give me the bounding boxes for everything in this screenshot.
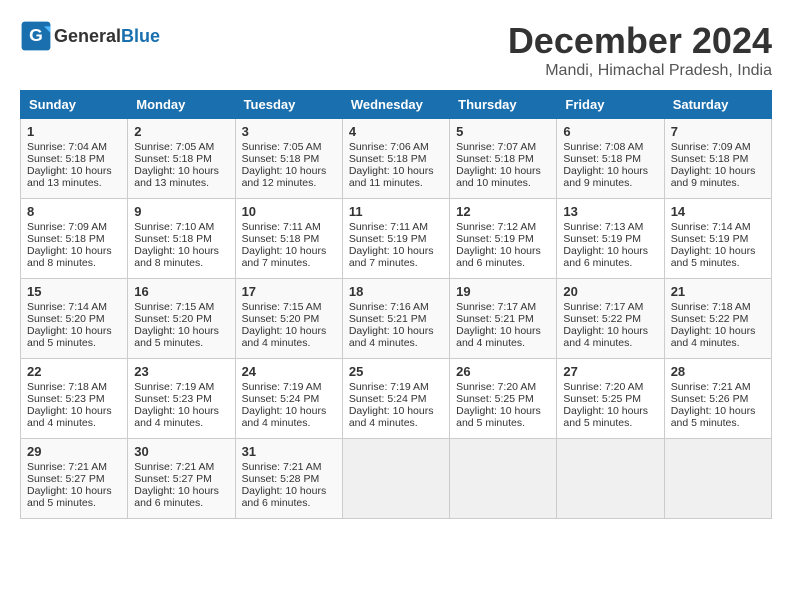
calendar-title: December 2024 xyxy=(508,20,772,62)
table-row: 12Sunrise: 7:12 AMSunset: 5:19 PMDayligh… xyxy=(450,199,557,279)
table-row: 8Sunrise: 7:09 AMSunset: 5:18 PMDaylight… xyxy=(21,199,128,279)
table-row: 9Sunrise: 7:10 AMSunset: 5:18 PMDaylight… xyxy=(128,199,235,279)
table-row xyxy=(664,439,771,519)
svg-text:G: G xyxy=(29,25,43,45)
calendar-subtitle: Mandi, Himachal Pradesh, India xyxy=(508,62,772,80)
table-row: 6Sunrise: 7:08 AMSunset: 5:18 PMDaylight… xyxy=(557,119,664,199)
table-row: 4Sunrise: 7:06 AMSunset: 5:18 PMDaylight… xyxy=(342,119,449,199)
col-monday: Monday xyxy=(128,91,235,119)
table-row xyxy=(342,439,449,519)
table-row: 19Sunrise: 7:17 AMSunset: 5:21 PMDayligh… xyxy=(450,279,557,359)
col-wednesday: Wednesday xyxy=(342,91,449,119)
calendar-header-row: Sunday Monday Tuesday Wednesday Thursday… xyxy=(21,91,772,119)
table-row: 1Sunrise: 7:04 AMSunset: 5:18 PMDaylight… xyxy=(21,119,128,199)
logo-text-general: General xyxy=(54,26,121,46)
col-thursday: Thursday xyxy=(450,91,557,119)
table-row: 13Sunrise: 7:13 AMSunset: 5:19 PMDayligh… xyxy=(557,199,664,279)
col-tuesday: Tuesday xyxy=(235,91,342,119)
table-row: 21Sunrise: 7:18 AMSunset: 5:22 PMDayligh… xyxy=(664,279,771,359)
table-row: 31Sunrise: 7:21 AMSunset: 5:28 PMDayligh… xyxy=(235,439,342,519)
table-row: 11Sunrise: 7:11 AMSunset: 5:19 PMDayligh… xyxy=(342,199,449,279)
table-row: 2Sunrise: 7:05 AMSunset: 5:18 PMDaylight… xyxy=(128,119,235,199)
table-row xyxy=(557,439,664,519)
table-row: 29Sunrise: 7:21 AMSunset: 5:27 PMDayligh… xyxy=(21,439,128,519)
logo-text-blue: Blue xyxy=(121,26,160,46)
table-row: 24Sunrise: 7:19 AMSunset: 5:24 PMDayligh… xyxy=(235,359,342,439)
table-row: 20Sunrise: 7:17 AMSunset: 5:22 PMDayligh… xyxy=(557,279,664,359)
col-friday: Friday xyxy=(557,91,664,119)
table-row: 22Sunrise: 7:18 AMSunset: 5:23 PMDayligh… xyxy=(21,359,128,439)
table-row: 26Sunrise: 7:20 AMSunset: 5:25 PMDayligh… xyxy=(450,359,557,439)
table-row: 15Sunrise: 7:14 AMSunset: 5:20 PMDayligh… xyxy=(21,279,128,359)
table-row: 17Sunrise: 7:15 AMSunset: 5:20 PMDayligh… xyxy=(235,279,342,359)
logo: G GeneralBlue xyxy=(20,20,160,52)
table-row: 5Sunrise: 7:07 AMSunset: 5:18 PMDaylight… xyxy=(450,119,557,199)
table-row: 25Sunrise: 7:19 AMSunset: 5:24 PMDayligh… xyxy=(342,359,449,439)
col-sunday: Sunday xyxy=(21,91,128,119)
table-row: 28Sunrise: 7:21 AMSunset: 5:26 PMDayligh… xyxy=(664,359,771,439)
table-row: 3Sunrise: 7:05 AMSunset: 5:18 PMDaylight… xyxy=(235,119,342,199)
table-row: 14Sunrise: 7:14 AMSunset: 5:19 PMDayligh… xyxy=(664,199,771,279)
table-row: 23Sunrise: 7:19 AMSunset: 5:23 PMDayligh… xyxy=(128,359,235,439)
table-row: 16Sunrise: 7:15 AMSunset: 5:20 PMDayligh… xyxy=(128,279,235,359)
title-block: December 2024 Mandi, Himachal Pradesh, I… xyxy=(508,20,772,80)
logo-icon: G xyxy=(20,20,52,52)
table-row: 18Sunrise: 7:16 AMSunset: 5:21 PMDayligh… xyxy=(342,279,449,359)
table-row: 27Sunrise: 7:20 AMSunset: 5:25 PMDayligh… xyxy=(557,359,664,439)
table-row: 30Sunrise: 7:21 AMSunset: 5:27 PMDayligh… xyxy=(128,439,235,519)
table-row: 10Sunrise: 7:11 AMSunset: 5:18 PMDayligh… xyxy=(235,199,342,279)
table-row xyxy=(450,439,557,519)
calendar-table: Sunday Monday Tuesday Wednesday Thursday… xyxy=(20,90,772,519)
col-saturday: Saturday xyxy=(664,91,771,119)
table-row: 7Sunrise: 7:09 AMSunset: 5:18 PMDaylight… xyxy=(664,119,771,199)
page-header: G GeneralBlue December 2024 Mandi, Himac… xyxy=(20,20,772,80)
